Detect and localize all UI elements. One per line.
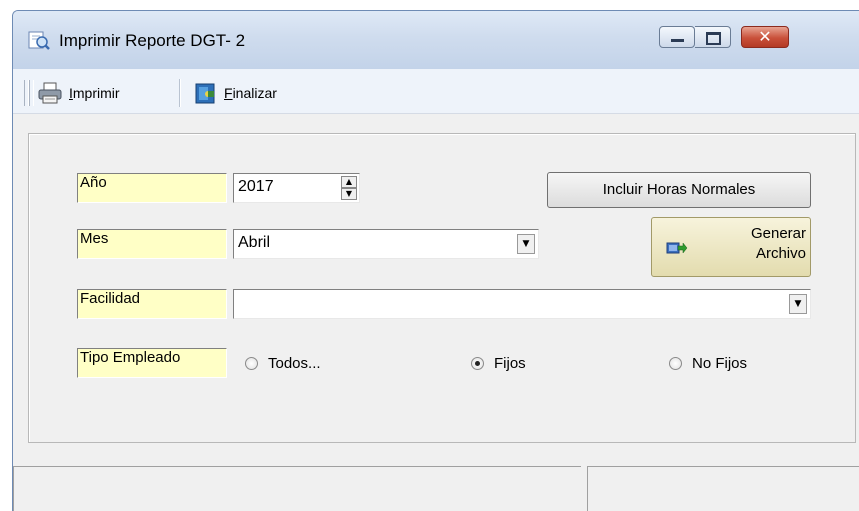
include-normal-hours-button[interactable]: Incluir Horas Normales bbox=[547, 172, 811, 208]
status-panel-right bbox=[587, 466, 859, 511]
year-spinner[interactable]: 2017 ▲ ▼ bbox=[233, 173, 360, 203]
toolbar: Imprimir Finalizar bbox=[13, 69, 859, 114]
print-button[interactable]: Imprimir bbox=[37, 80, 120, 106]
minimize-button[interactable] bbox=[659, 26, 695, 48]
year-spin-buttons[interactable]: ▲ ▼ bbox=[341, 176, 357, 200]
radio-todos-circle[interactable] bbox=[245, 357, 258, 370]
employee-type-label: Tipo Empleado bbox=[77, 348, 227, 378]
maximize-button[interactable] bbox=[695, 26, 731, 48]
radio-todos[interactable]: Todos... bbox=[245, 355, 321, 372]
minimize-icon bbox=[671, 39, 684, 42]
spin-down-icon[interactable]: ▼ bbox=[341, 188, 357, 200]
status-panel-left bbox=[13, 466, 581, 511]
radio-todos-label: Todos... bbox=[268, 355, 321, 372]
chevron-down-icon[interactable]: ▼ bbox=[517, 234, 535, 254]
facility-dropdown[interactable]: ▼ bbox=[233, 289, 811, 319]
exit-door-icon bbox=[195, 83, 215, 104]
generate-file-button[interactable]: Generar Archivo bbox=[651, 217, 811, 277]
window-title: Imprimir Reporte DGT- 2 bbox=[59, 31, 246, 50]
spin-up-icon[interactable]: ▲ bbox=[341, 176, 357, 188]
finish-button[interactable]: Finalizar bbox=[194, 80, 277, 106]
facility-label: Facilidad bbox=[77, 289, 227, 319]
radio-fijos-circle[interactable] bbox=[471, 357, 484, 370]
radio-no-fijos[interactable]: No Fijos bbox=[669, 355, 747, 372]
radio-fijos-label: Fijos bbox=[494, 355, 526, 372]
printer-icon bbox=[38, 82, 62, 104]
radio-fijos[interactable]: Fijos bbox=[471, 355, 526, 372]
close-button[interactable]: ✕ bbox=[741, 26, 789, 48]
year-label: Año bbox=[77, 173, 227, 203]
month-label: Mes bbox=[77, 229, 227, 259]
radio-no-fijos-label: No Fijos bbox=[692, 355, 748, 372]
maximize-icon bbox=[706, 32, 721, 45]
generate-file-label: Generar Archivo bbox=[750, 225, 806, 262]
chevron-down-icon[interactable]: ▼ bbox=[789, 294, 807, 314]
year-value: 2017 bbox=[238, 178, 274, 195]
radio-no-fijos-circle[interactable] bbox=[669, 357, 682, 370]
toolbar-grip-secondary[interactable] bbox=[29, 80, 34, 106]
finish-label: Finalizar bbox=[224, 85, 277, 101]
month-value: Abril bbox=[238, 234, 271, 251]
month-dropdown[interactable]: Abril ▼ bbox=[233, 229, 539, 259]
toolbar-separator bbox=[179, 79, 181, 107]
report-preview-icon bbox=[28, 31, 50, 50]
status-bar bbox=[13, 466, 859, 511]
close-icon: ✕ bbox=[758, 27, 772, 46]
print-label: Imprimir bbox=[69, 85, 120, 101]
generate-arrow-icon bbox=[666, 242, 688, 254]
report-window: Imprimir Reporte DGT- 2 ✕ Imprimir Final… bbox=[12, 10, 859, 511]
title-bar[interactable]: Imprimir Reporte DGT- 2 ✕ bbox=[13, 11, 859, 69]
